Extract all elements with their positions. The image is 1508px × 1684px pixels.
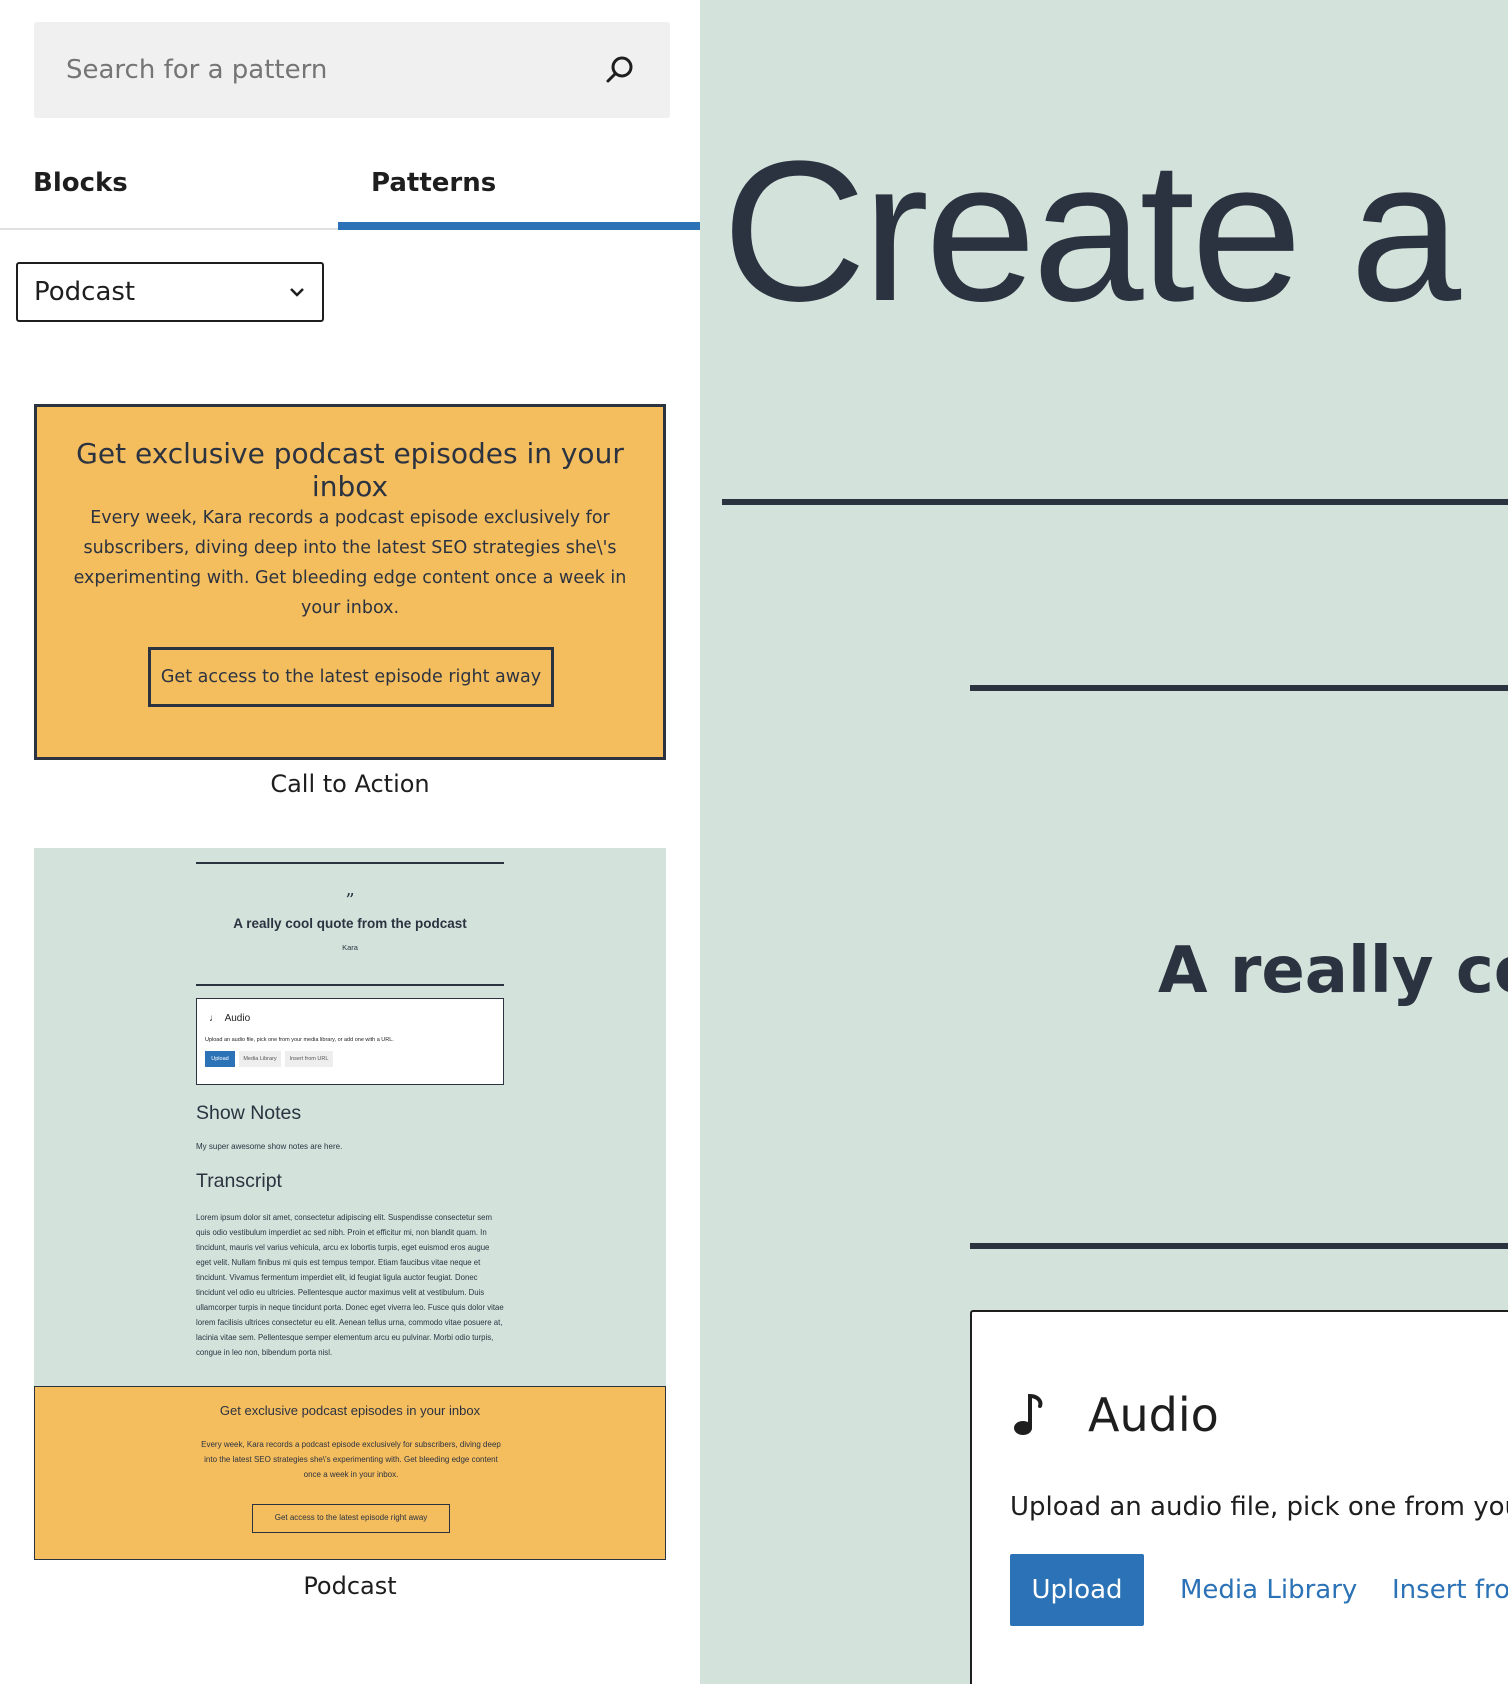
cta-heading: Get exclusive podcast episodes in your i… bbox=[219, 1403, 481, 1418]
podcast-cta-section: Get exclusive podcast episodes in your i… bbox=[34, 1386, 666, 1560]
separator[interactable] bbox=[722, 499, 1508, 505]
pullquote-citation: Kara bbox=[342, 943, 358, 952]
show-notes-heading: Show Notes bbox=[196, 1102, 302, 1124]
pattern-caption-call-to-action: Call to Action bbox=[270, 770, 430, 798]
pattern-preview-podcast[interactable]: ” A really cool quote from the podcast K… bbox=[34, 848, 666, 1560]
cta-button: Get access to the latest episode right a… bbox=[252, 1504, 450, 1533]
search-box bbox=[34, 22, 670, 118]
audio-help-text: Upload an audio file, pick one from your… bbox=[205, 1037, 394, 1043]
chevron-down-icon bbox=[290, 288, 304, 297]
upload-button[interactable]: Upload bbox=[1010, 1554, 1144, 1626]
transcript-text: Lorem ipsum dolor sit amet, consectetur … bbox=[196, 1213, 504, 1357]
cta-paragraph: Every week, Kara records a podcast episo… bbox=[201, 1440, 501, 1479]
audio-title-text: Audio bbox=[224, 1013, 251, 1024]
cta-paragraph: Every week, Kara records a podcast episo… bbox=[73, 508, 627, 618]
insert-url-button: Insert from URL bbox=[285, 1051, 333, 1067]
active-tab-indicator bbox=[338, 222, 700, 230]
search-icon[interactable] bbox=[604, 54, 636, 86]
audio-block-title: ♩ Audio bbox=[209, 1013, 250, 1024]
pullquote-text: A really cool quote from the podcast bbox=[233, 916, 467, 931]
inserter-tabs: Blocks Patterns bbox=[0, 140, 700, 230]
editor-canvas[interactable]: Create a B A really cool Audio Upload an… bbox=[700, 0, 1508, 1684]
audio-block-placeholder[interactable]: Audio Upload an audio file, pick one fro… bbox=[970, 1310, 1508, 1684]
tab-patterns[interactable]: Patterns bbox=[371, 140, 496, 230]
pullquote-text[interactable]: A really cool bbox=[1158, 934, 1508, 1008]
cta-button: Get access to the latest episode right a… bbox=[148, 647, 554, 707]
quote-mark: ” bbox=[345, 890, 355, 911]
audio-help-text: Upload an audio file, pick one from your… bbox=[1010, 1492, 1508, 1522]
transcript-heading: Transcript bbox=[196, 1170, 282, 1192]
pattern-inserter-panel: Blocks Patterns Podcast Get exclusive po… bbox=[0, 0, 700, 1684]
upload-button: Upload bbox=[205, 1051, 235, 1067]
media-library-button: Media Library bbox=[239, 1051, 281, 1067]
audio-block-title: Audio bbox=[1088, 1388, 1219, 1442]
separator[interactable] bbox=[970, 1243, 1508, 1249]
insert-url-button[interactable]: Insert fror bbox=[1392, 1554, 1508, 1626]
show-notes-text: My super awesome show notes are here. bbox=[196, 1142, 343, 1151]
audio-block-placeholder: ♩ Audio Upload an audio file, pick one f… bbox=[196, 998, 504, 1085]
separator bbox=[196, 862, 504, 864]
media-library-button[interactable]: Media Library bbox=[1180, 1554, 1357, 1626]
tab-blocks[interactable]: Blocks bbox=[33, 140, 128, 230]
music-note-icon bbox=[1014, 1393, 1043, 1435]
pattern-preview-call-to-action[interactable]: Get exclusive podcast episodes in your i… bbox=[34, 404, 666, 760]
category-select-value: Podcast bbox=[34, 277, 136, 307]
pattern-category-select[interactable]: Podcast bbox=[16, 262, 324, 322]
search-input[interactable] bbox=[34, 22, 670, 118]
separator bbox=[196, 984, 504, 986]
separator[interactable] bbox=[970, 685, 1508, 691]
cta-heading: Get exclusive podcast episodes in your i… bbox=[76, 437, 624, 503]
pattern-caption-podcast: Podcast bbox=[303, 1572, 397, 1600]
music-note-icon: ♩ bbox=[209, 1013, 219, 1024]
page-title[interactable]: Create a B bbox=[722, 132, 1508, 332]
